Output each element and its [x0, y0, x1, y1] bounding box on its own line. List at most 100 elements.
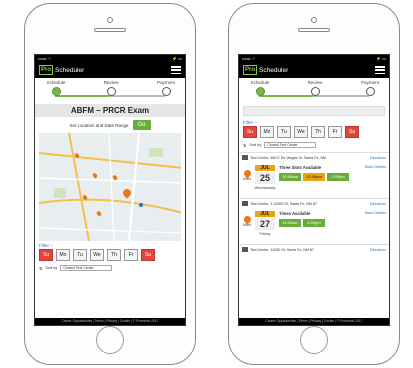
- center-address: Test Centre, 550 E De Vargas St, Santa F…: [250, 155, 327, 160]
- sort-select[interactable]: Closest Test Center: [264, 142, 317, 148]
- directions-link[interactable]: Directions: [370, 248, 386, 252]
- day-thursday[interactable]: Th: [311, 126, 325, 138]
- status-right: ⚡ ▭: [376, 56, 386, 61]
- step-review[interactable]: Review: [96, 80, 126, 96]
- step-schedule[interactable]: Schedule: [245, 80, 275, 96]
- step-label: Review: [103, 80, 119, 85]
- date-number: 27: [255, 218, 275, 230]
- phone-right: •••oo ⌔ ⚡ ▭ Pro Scheduler Schedule Revie: [228, 3, 400, 365]
- day-monday[interactable]: Mo: [56, 249, 70, 261]
- result-card: Miles JUL 25 Wednesday Three Slots Avail…: [239, 162, 389, 198]
- time-slot[interactable]: 4:00pm: [303, 219, 325, 227]
- step-dot: [161, 87, 171, 96]
- step-payment[interactable]: Payment: [355, 80, 385, 96]
- phone-left: •••oo ⌔ ⚡ ▭ Pro Scheduler Schedule Revie: [24, 3, 196, 365]
- day-wednesday[interactable]: We: [90, 249, 104, 261]
- status-bar: •••oo ⌔ ⚡ ▭: [239, 55, 389, 62]
- distance-marker: Miles: [242, 214, 252, 227]
- logo[interactable]: Pro Scheduler: [243, 65, 288, 75]
- status-bar: •••oo ⌔ ⚡ ▭: [35, 55, 185, 62]
- result-header: Test Centre, 550 E De Vargas St, Santa F…: [239, 152, 389, 162]
- sort-icon: ⇅: [243, 143, 247, 148]
- result-header: Test Centre, 14000 St, Santa Fe, NM 87 D…: [239, 244, 389, 254]
- month-label: JUL: [255, 165, 275, 171]
- day-wednesday[interactable]: We: [294, 126, 308, 138]
- filter-label[interactable]: Filter –: [239, 118, 389, 126]
- day-friday[interactable]: Fr: [124, 249, 138, 261]
- calendar-icon: [242, 155, 248, 160]
- camera-dot: [311, 17, 317, 23]
- status-left: •••oo ⌔: [242, 56, 256, 61]
- footer: Career Opportunities | Terms | Privacy |…: [239, 318, 389, 325]
- day-tuesday[interactable]: Tu: [73, 249, 87, 261]
- hamburger-menu-icon[interactable]: [375, 66, 385, 74]
- footer: Career Opportunities | Terms | Privacy |…: [35, 318, 185, 325]
- mockup-stage: •••oo ⌔ ⚡ ▭ Pro Scheduler Schedule Revie: [0, 0, 413, 368]
- home-button[interactable]: [96, 326, 124, 354]
- location-search-strip[interactable]: [243, 106, 385, 116]
- day-monday[interactable]: Mo: [260, 126, 274, 138]
- day-friday[interactable]: Fr: [328, 126, 342, 138]
- map-roads: [39, 133, 181, 241]
- time-slot[interactable]: 10:00am: [279, 173, 301, 181]
- location-row: Set Location and Date Range Go: [35, 117, 185, 133]
- day-sunday[interactable]: Su: [243, 126, 257, 138]
- sort-row: ⇅ Sort by Closest Test Center: [35, 261, 185, 275]
- day-sunday[interactable]: Su: [39, 249, 53, 261]
- status-left: •••oo ⌔: [38, 56, 52, 61]
- step-schedule[interactable]: Schedule: [41, 80, 71, 96]
- progress-steps: Schedule Review Payment: [239, 78, 389, 104]
- sort-label: Sort by: [249, 143, 262, 147]
- app-bar: Pro Scheduler: [35, 62, 185, 78]
- day-filter: Su Mo Tu We Th Fr Sa: [35, 249, 185, 261]
- day-thursday[interactable]: Th: [107, 249, 121, 261]
- day-saturday[interactable]: Sa: [345, 126, 359, 138]
- weekday-label: Wednesday: [254, 185, 276, 190]
- step-label: Schedule: [46, 80, 66, 85]
- step-label: Payment: [361, 80, 379, 85]
- exam-title: ABFM – PRCR Exam: [35, 104, 185, 117]
- sort-row: ⇅ Sort by Closest Test Center: [239, 138, 389, 152]
- step-label: Review: [307, 80, 323, 85]
- status-right: ⚡ ▭: [172, 56, 182, 61]
- month-label: JUL: [255, 211, 275, 217]
- more-details-link[interactable]: More Details: [365, 211, 386, 215]
- step-payment[interactable]: Payment: [151, 80, 181, 96]
- sort-icon: ⇅: [39, 266, 43, 271]
- app-bar: Pro Scheduler: [239, 62, 389, 78]
- time-slot[interactable]: 2:00pm: [327, 173, 349, 181]
- directions-link[interactable]: Directions: [370, 156, 386, 160]
- time-slot[interactable]: 12:00pm: [303, 173, 325, 181]
- filter-label[interactable]: Filter –: [35, 241, 185, 249]
- directions-link[interactable]: Directions: [370, 202, 386, 206]
- result-card: Miles JUL 27 Friday Times Available More…: [239, 208, 389, 244]
- logo[interactable]: Pro Scheduler: [39, 65, 84, 75]
- go-button[interactable]: Go: [132, 120, 151, 130]
- hamburger-menu-icon[interactable]: [171, 66, 181, 74]
- calendar-icon: [242, 201, 248, 206]
- time-slot[interactable]: 11:00am: [279, 219, 301, 227]
- availability-text: Three Slots Available: [279, 165, 322, 170]
- screen-right: •••oo ⌔ ⚡ ▭ Pro Scheduler Schedule Revie: [238, 54, 390, 326]
- current-location-icon: [139, 203, 143, 207]
- more-details-link[interactable]: More Details: [365, 165, 386, 169]
- progress-steps: Schedule Review Payment: [35, 78, 185, 104]
- day-saturday[interactable]: Sa: [141, 249, 155, 261]
- map-view[interactable]: [39, 133, 181, 241]
- sort-label: Sort by: [45, 266, 58, 270]
- weekday-label: Friday: [259, 231, 271, 236]
- step-dot: [365, 87, 375, 96]
- step-review[interactable]: Review: [300, 80, 330, 96]
- step-dot: [255, 87, 265, 96]
- screen-left: •••oo ⌔ ⚡ ▭ Pro Scheduler Schedule Revie: [34, 54, 186, 326]
- day-tuesday[interactable]: Tu: [277, 126, 291, 138]
- step-dot: [310, 87, 320, 96]
- speaker-slot: [94, 28, 126, 32]
- sort-select[interactable]: Closest Test Center: [60, 265, 113, 271]
- step-dot: [51, 87, 61, 96]
- date-number: 25: [255, 172, 275, 184]
- home-button[interactable]: [300, 326, 328, 354]
- result-header: Test Centre, 3 10000 St, Santa Fe, NM 87…: [239, 198, 389, 208]
- step-dot: [106, 87, 116, 96]
- location-label: Set Location and Date Range: [69, 122, 129, 128]
